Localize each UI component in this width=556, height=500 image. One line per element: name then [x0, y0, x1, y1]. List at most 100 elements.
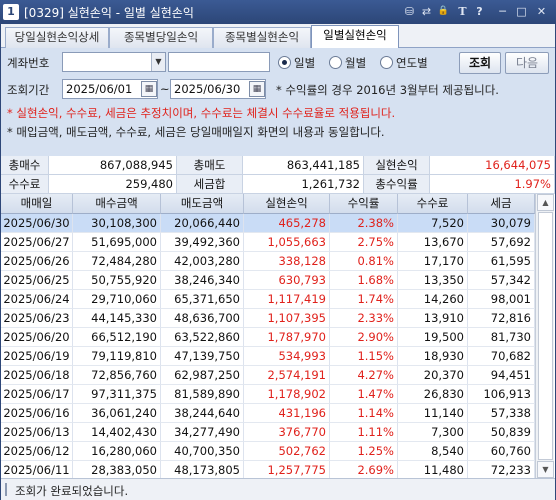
account-name-field — [168, 52, 270, 72]
cell-fee: 7,520 — [398, 214, 468, 233]
col-fee[interactable]: 수수료 — [398, 194, 468, 214]
cell-sell-amount: 81,589,890 — [161, 385, 244, 404]
table-row[interactable]: 2025/06/11 28,383,050 48,173,805 1,257,775 2… — [1, 461, 535, 478]
table-row[interactable]: 2025/06/16 36,061,240 38,244,640 431,196 1.1… — [1, 404, 535, 423]
table-row[interactable]: 2025/06/19 79,119,810 47,139,750 534,993 1.1… — [1, 347, 535, 366]
col-realized-pnl[interactable]: 실현손익 — [244, 194, 330, 214]
next-button[interactable]: 다음 — [505, 52, 549, 74]
cell-trade-date: 2025/06/12 — [1, 442, 73, 461]
col-sell-amount[interactable]: 매도금액 — [161, 194, 244, 214]
table-header: 매매일 매수금액 매도금액 실현손익 수익률 수수료 세금 — [1, 194, 535, 214]
radio-daily[interactable] — [278, 56, 291, 69]
lock-icon[interactable]: 🔒 — [436, 4, 451, 19]
notice-rate: * 수익률의 경우 2016년 3월부터 제공됩니다. — [276, 83, 499, 97]
cell-trade-date: 2025/06/30 — [1, 214, 73, 233]
total-sell-label: 총매도 — [177, 156, 243, 175]
cell-return-rate: 2.90% — [330, 328, 398, 347]
table-row[interactable]: 2025/06/27 51,695,000 39,492,360 1,055,663 2… — [1, 233, 535, 252]
cell-trade-date: 2025/06/27 — [1, 233, 73, 252]
col-buy-amount[interactable]: 매수금액 — [73, 194, 161, 214]
cell-buy-amount: 16,280,060 — [73, 442, 161, 461]
col-tax[interactable]: 세금 — [468, 194, 535, 214]
cell-realized-pnl: 376,770 — [244, 423, 330, 442]
cell-fee: 18,930 — [398, 347, 468, 366]
radio-daily-label[interactable]: 일별 — [294, 55, 315, 71]
table-row[interactable]: 2025/06/18 72,856,760 62,987,250 2,574,191 4… — [1, 366, 535, 385]
link-icon[interactable]: ⛁ — [402, 4, 417, 19]
col-trade-date[interactable]: 매매일 — [1, 194, 73, 214]
cell-sell-amount: 47,139,750 — [161, 347, 244, 366]
table-row[interactable]: 2025/06/17 97,311,375 81,589,890 1,178,902 1… — [1, 385, 535, 404]
cell-trade-date: 2025/06/17 — [1, 385, 73, 404]
table-row[interactable]: 2025/06/26 72,484,280 42,003,280 338,128 0.8… — [1, 252, 535, 271]
cell-buy-amount: 28,383,050 — [73, 461, 161, 478]
cell-return-rate: 1.11% — [330, 423, 398, 442]
total-return-value: 1.97% — [430, 175, 555, 194]
help-icon[interactable]: ? — [472, 4, 487, 19]
tab-daily-realized-pnl[interactable]: 일별실현손익 — [311, 25, 399, 49]
radio-monthly-label[interactable]: 월별 — [345, 55, 366, 71]
cell-sell-amount: 40,700,350 — [161, 442, 244, 461]
cell-realized-pnl: 1,055,663 — [244, 233, 330, 252]
cell-trade-date: 2025/06/26 — [1, 252, 73, 271]
cell-fee: 17,170 — [398, 252, 468, 271]
cell-trade-date: 2025/06/16 — [1, 404, 73, 423]
cell-tax: 70,682 — [468, 347, 535, 366]
summary-panel: 총매수 867,088,945 총매도 863,441,185 실현손익 16,… — [1, 156, 555, 194]
scroll-down-icon[interactable]: ▼ — [537, 461, 554, 478]
calendar-icon[interactable]: ▦ — [141, 81, 157, 97]
calendar-icon[interactable]: ▦ — [249, 81, 265, 97]
table-row[interactable]: 2025/06/24 29,710,060 65,371,650 1,117,419 1… — [1, 290, 535, 309]
maximize-icon[interactable]: □ — [514, 4, 529, 19]
cell-sell-amount: 48,636,700 — [161, 309, 244, 328]
tax-sum-value: 1,261,732 — [243, 175, 364, 194]
cell-trade-date: 2025/06/23 — [1, 309, 73, 328]
cell-fee: 13,670 — [398, 233, 468, 252]
cell-return-rate: 1.15% — [330, 347, 398, 366]
minimize-icon[interactable]: ─ — [495, 4, 510, 19]
query-button[interactable]: 조회 — [459, 52, 501, 74]
swap-icon[interactable]: ⇄ — [419, 4, 434, 19]
radio-monthly[interactable] — [329, 56, 342, 69]
cell-return-rate: 1.68% — [330, 271, 398, 290]
col-return-rate[interactable]: 수익률 — [330, 194, 398, 214]
cell-buy-amount: 66,512,190 — [73, 328, 161, 347]
cell-trade-date: 2025/06/19 — [1, 347, 73, 366]
tab-stock-daily-pnl[interactable]: 종목별당일손익 — [109, 27, 213, 48]
window-content: 당일실현손익상세 종목별당일손익 종목별실현손익 일별실현손익 계좌번호 ▼ 일… — [1, 24, 555, 500]
tab-daily-realized-detail[interactable]: 당일실현손익상세 — [5, 27, 109, 48]
radio-yearly[interactable] — [380, 56, 393, 69]
cell-return-rate: 1.47% — [330, 385, 398, 404]
tab-stock-realized-pnl[interactable]: 종목별실현손익 — [213, 27, 311, 48]
font-size-icon[interactable]: T — [455, 4, 470, 19]
table-row[interactable]: 2025/06/20 66,512,190 63,522,860 1,787,970 2… — [1, 328, 535, 347]
table-row[interactable]: 2025/06/23 44,145,330 48,636,700 1,107,395 2… — [1, 309, 535, 328]
table-row[interactable]: 2025/06/25 50,755,920 38,246,340 630,793 1.6… — [1, 271, 535, 290]
close-icon[interactable]: ✕ — [534, 4, 549, 19]
cell-tax: 106,913 — [468, 385, 535, 404]
cell-sell-amount: 48,173,805 — [161, 461, 244, 478]
cell-realized-pnl: 502,762 — [244, 442, 330, 461]
cell-realized-pnl: 2,574,191 — [244, 366, 330, 385]
cell-fee: 7,300 — [398, 423, 468, 442]
cell-realized-pnl: 1,178,902 — [244, 385, 330, 404]
cell-realized-pnl: 1,107,395 — [244, 309, 330, 328]
status-indicator — [5, 483, 7, 496]
table-row[interactable]: 2025/06/12 16,280,060 40,700,350 502,762 1.2… — [1, 442, 535, 461]
account-label: 계좌번호 — [7, 56, 50, 70]
account-dropdown-icon[interactable]: ▼ — [151, 53, 165, 71]
table-row[interactable]: 2025/06/30 30,108,300 20,066,440 465,278 2.3… — [1, 214, 535, 233]
cell-sell-amount: 38,246,340 — [161, 271, 244, 290]
cell-trade-date: 2025/06/25 — [1, 271, 73, 290]
cell-trade-date: 2025/06/13 — [1, 423, 73, 442]
notice-estimate: * 실현손익, 수수료, 세금은 추정치이며, 수수료는 체결시 수수료율로 적… — [7, 106, 396, 120]
scroll-thumb[interactable] — [538, 212, 553, 460]
cell-fee: 13,910 — [398, 309, 468, 328]
radio-yearly-label[interactable]: 연도별 — [396, 55, 428, 71]
cell-buy-amount: 50,755,920 — [73, 271, 161, 290]
fee-value: 259,480 — [49, 175, 177, 194]
scroll-up-icon[interactable]: ▲ — [537, 194, 554, 211]
cell-buy-amount: 44,145,330 — [73, 309, 161, 328]
table-row[interactable]: 2025/06/13 14,402,430 34,277,490 376,770 1.1… — [1, 423, 535, 442]
vertical-scrollbar[interactable]: ▲ ▼ — [535, 194, 554, 478]
